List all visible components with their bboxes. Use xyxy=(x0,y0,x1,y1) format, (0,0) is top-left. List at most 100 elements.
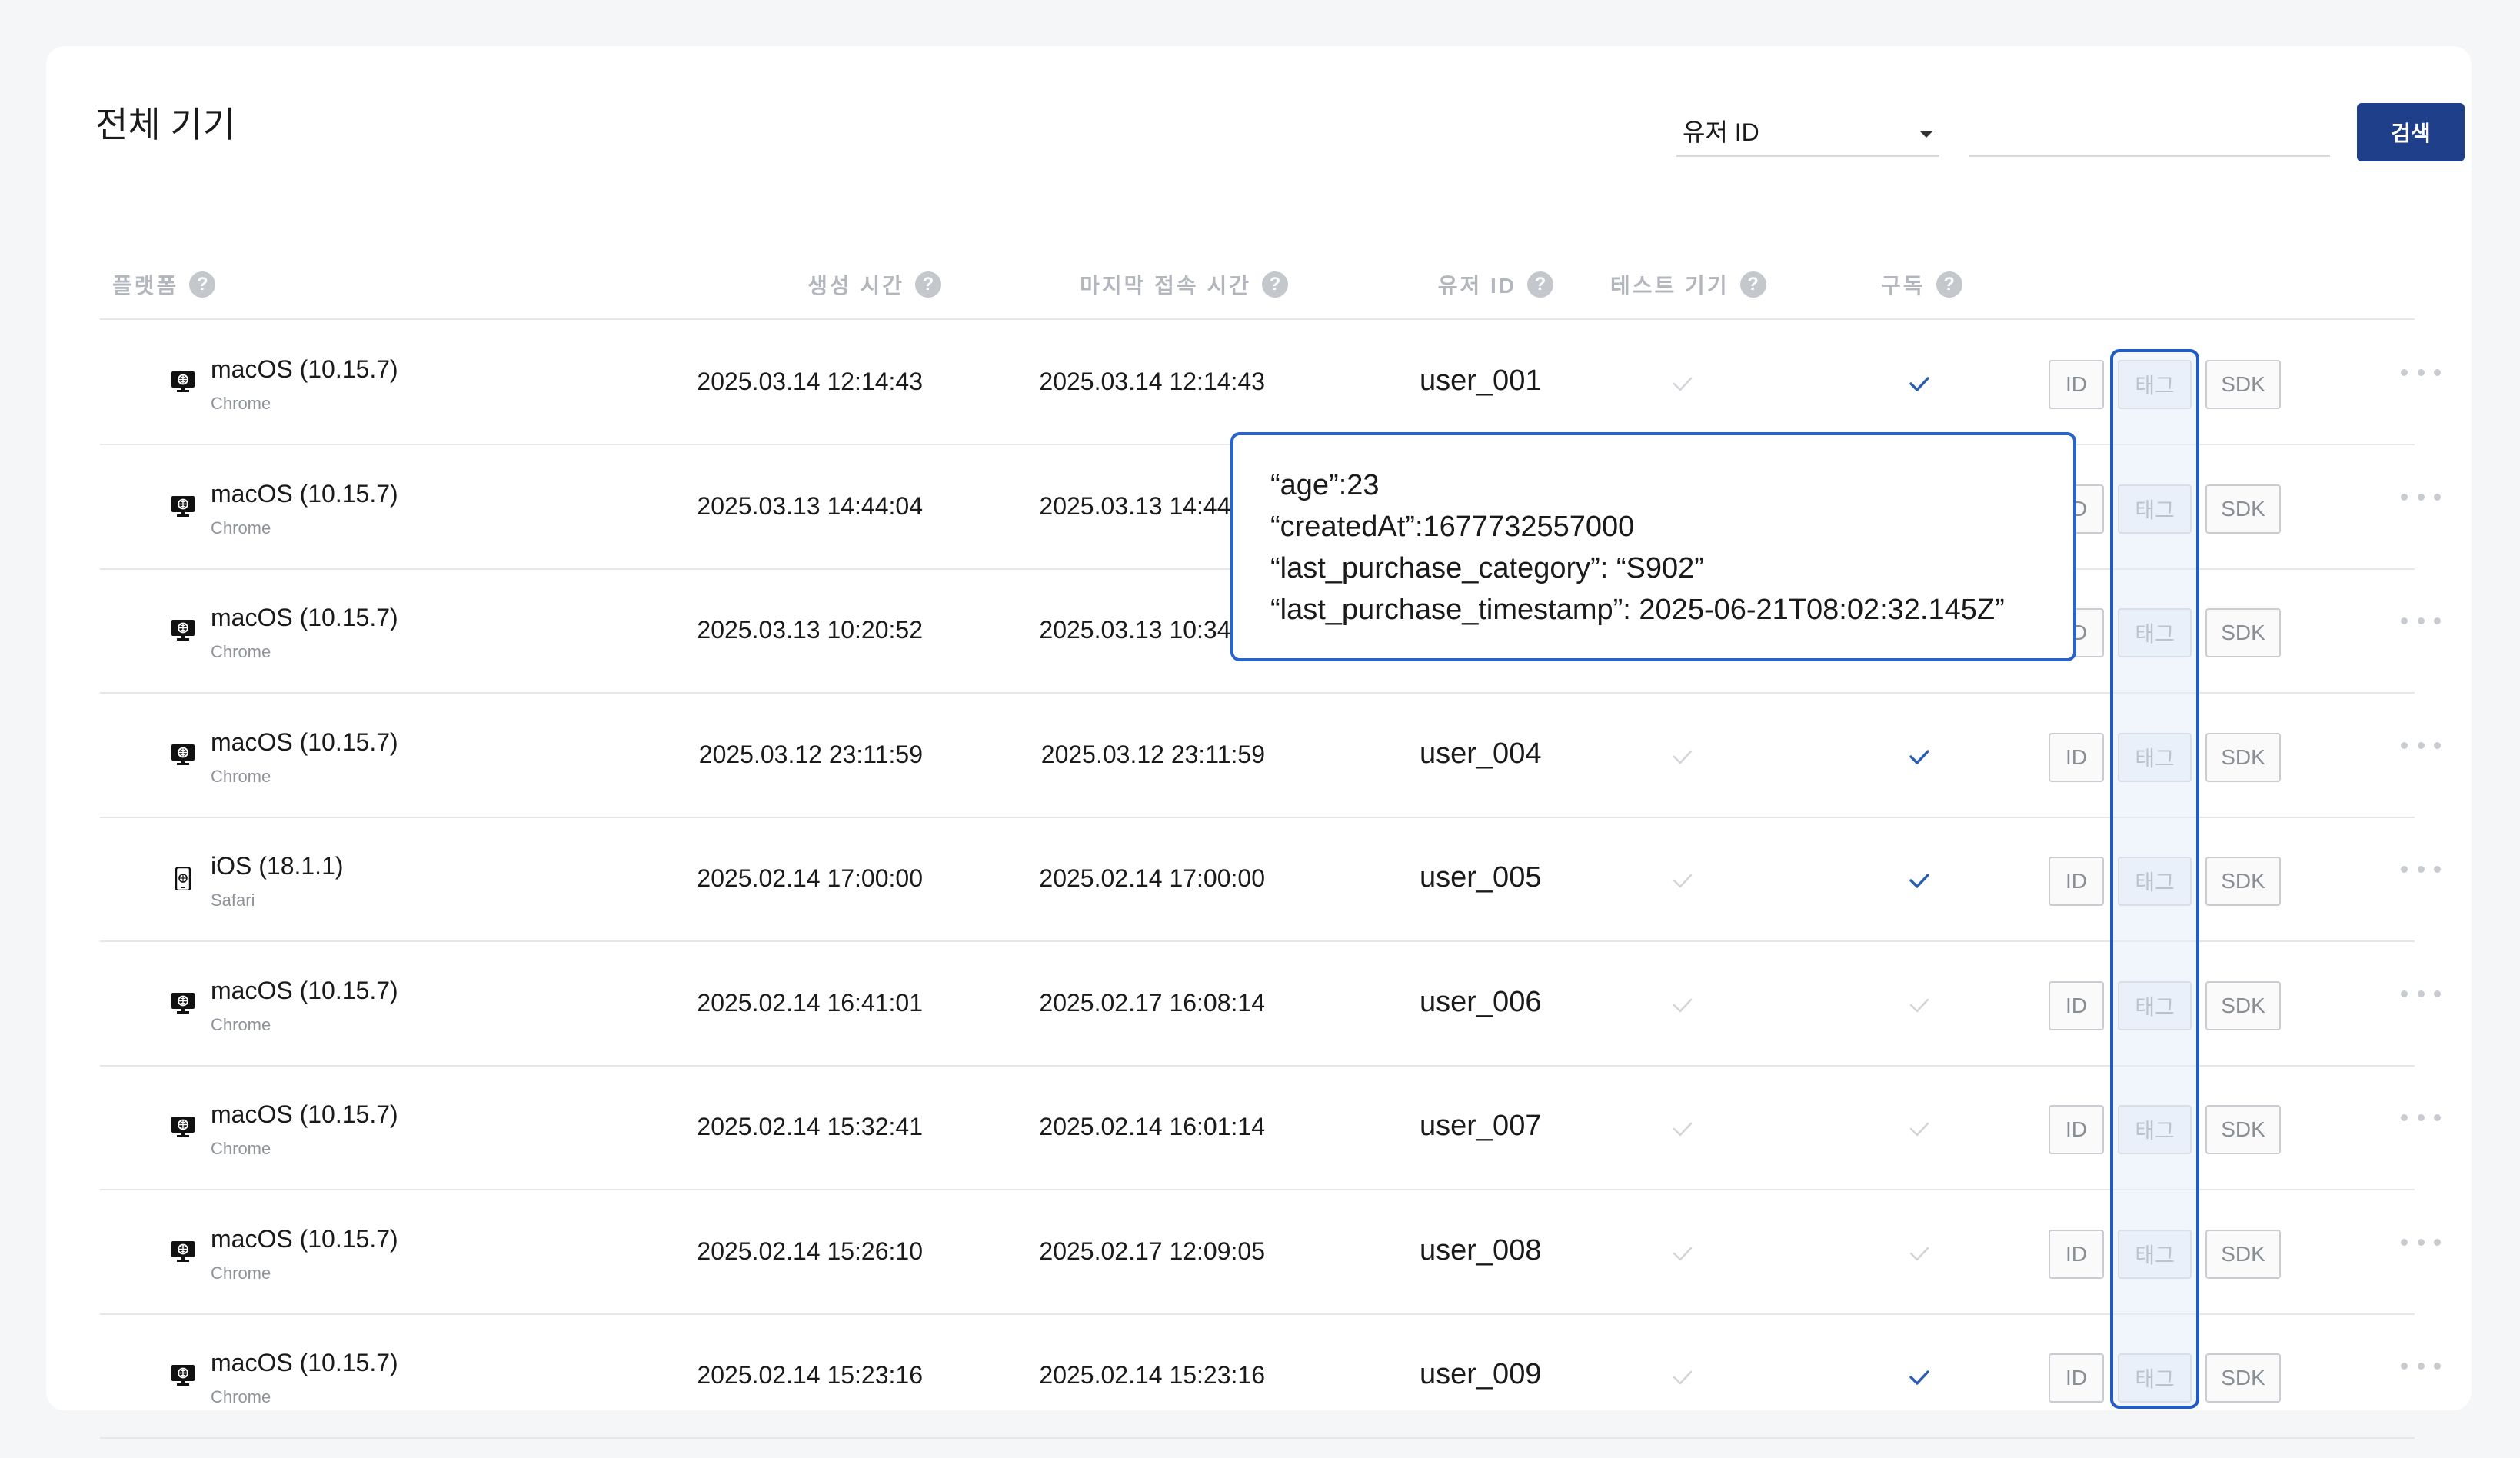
table-row: macOS (10.15.7) Chrome 2025.03.14 12:14:43… xyxy=(100,321,2441,445)
sdk-button[interactable]: SDK xyxy=(2205,608,2281,657)
more-options-icon[interactable] xyxy=(2401,369,2441,384)
browser-name: Chrome xyxy=(211,1263,271,1283)
platform-name: macOS (10.15.7) xyxy=(211,355,398,383)
user-id: user_001 xyxy=(1420,364,1542,397)
tag-button[interactable]: 태그 xyxy=(2118,857,2192,906)
col-subscription: 구독 ? xyxy=(1881,269,1962,300)
test-device-check-icon[interactable] xyxy=(1670,869,1695,892)
help-icon[interactable]: ? xyxy=(1527,271,1553,298)
subscription-check-icon xyxy=(1907,1117,1932,1140)
id-button[interactable]: ID xyxy=(2049,1353,2104,1403)
help-icon[interactable]: ? xyxy=(915,271,941,298)
search-button[interactable]: 검색 xyxy=(2357,103,2465,161)
created-time: 2025.03.13 10:20:52 xyxy=(697,616,923,644)
id-button[interactable]: ID xyxy=(2049,732,2104,782)
sdk-button[interactable]: SDK xyxy=(2205,1229,2281,1279)
user-id: user_007 xyxy=(1420,1110,1542,1142)
tag-button[interactable]: 태그 xyxy=(2118,1229,2192,1279)
tag-button[interactable]: 태그 xyxy=(2118,1105,2192,1154)
platform-name: macOS (10.15.7) xyxy=(211,479,398,508)
id-button[interactable]: ID xyxy=(2049,857,2104,906)
sdk-button[interactable]: SDK xyxy=(2205,980,2281,1030)
sdk-button[interactable]: SDK xyxy=(2205,1105,2281,1154)
help-icon[interactable]: ? xyxy=(189,271,216,298)
tag-tooltip: “age”:23 “createdAt”:1677732557000 “last… xyxy=(1230,432,2076,661)
browser-name: Chrome xyxy=(211,394,271,413)
search-input[interactable] xyxy=(1969,106,2330,157)
browser-name: Chrome xyxy=(211,1139,271,1158)
browser-name: Chrome xyxy=(211,1387,271,1406)
created-time: 2025.02.14 15:26:10 xyxy=(697,1237,923,1265)
more-options-icon[interactable] xyxy=(2401,866,2441,881)
subscription-check-icon xyxy=(1907,1366,1932,1389)
devices-card: 전체 기기 유저 ID 검색 플랫폼 ? 생성 시간 ? 마지막 접속 시간 ?… xyxy=(46,46,2472,1439)
created-time: 2025.02.14 16:41:01 xyxy=(697,988,923,1017)
platform-name: macOS (10.15.7) xyxy=(211,727,398,756)
browser-name: Chrome xyxy=(211,642,271,661)
desktop-icon xyxy=(171,1240,195,1263)
tooltip-line: “age”:23 xyxy=(1270,469,1380,501)
col-last-access: 마지막 접속 시간 ? xyxy=(946,269,1288,300)
help-icon[interactable]: ? xyxy=(1262,271,1288,298)
tag-button[interactable]: 태그 xyxy=(2118,980,2192,1030)
more-options-icon[interactable] xyxy=(2401,617,2441,633)
col-test-device: 테스트 기기 ? xyxy=(1610,269,1766,300)
subscription-check-icon xyxy=(1907,994,1932,1017)
created-time: 2025.03.13 14:44:04 xyxy=(697,491,923,520)
help-icon[interactable]: ? xyxy=(1739,271,1766,298)
last-access-time: 2025.03.13 10:34:06 xyxy=(1039,616,1265,644)
desktop-icon xyxy=(171,495,195,518)
platform-name: macOS (10.15.7) xyxy=(211,604,398,631)
id-button[interactable]: ID xyxy=(2049,1105,2104,1154)
col-platform: 플랫폼 ? xyxy=(112,269,216,300)
test-device-check-icon[interactable] xyxy=(1670,994,1695,1017)
test-device-check-icon[interactable] xyxy=(1670,1242,1695,1265)
more-options-icon[interactable] xyxy=(2401,1238,2441,1254)
id-button[interactable]: ID xyxy=(2049,980,2104,1030)
last-access-time: 2025.02.14 17:00:00 xyxy=(1039,864,1265,892)
tag-button[interactable]: 태그 xyxy=(2118,484,2192,534)
more-options-icon[interactable] xyxy=(2401,990,2441,1006)
filter-field-select[interactable]: 유저 ID xyxy=(1676,106,1939,157)
tag-button[interactable]: 태그 xyxy=(2118,1353,2192,1403)
help-icon[interactable]: ? xyxy=(1936,271,1962,298)
tag-button[interactable]: 태그 xyxy=(2118,732,2192,782)
filter-field-label: 유저 ID xyxy=(1683,118,1759,146)
user-id: user_008 xyxy=(1420,1233,1542,1267)
col-user-id: 유저 ID ? xyxy=(1361,269,1553,300)
more-options-icon[interactable] xyxy=(2401,493,2441,509)
test-device-check-icon[interactable] xyxy=(1670,1366,1695,1389)
test-device-check-icon[interactable] xyxy=(1670,372,1695,395)
platform-name: macOS (10.15.7) xyxy=(211,1100,398,1128)
table-row: macOS (10.15.7) Chrome 2025.03.12 23:11:59… xyxy=(100,694,2441,818)
id-button[interactable]: ID xyxy=(2049,360,2104,409)
more-options-icon[interactable] xyxy=(2401,1363,2441,1378)
more-options-icon[interactable] xyxy=(2401,741,2441,757)
created-time: 2025.02.14 15:32:41 xyxy=(697,1113,923,1140)
browser-name: Safari xyxy=(211,890,255,910)
id-button[interactable]: ID xyxy=(2049,1229,2104,1279)
sdk-button[interactable]: SDK xyxy=(2205,484,2281,534)
desktop-icon xyxy=(171,619,195,642)
subscription-check-icon xyxy=(1907,1242,1932,1265)
platform-name: macOS (10.15.7) xyxy=(211,976,398,1004)
created-time: 2025.02.14 17:00:00 xyxy=(697,864,923,892)
sdk-button[interactable]: SDK xyxy=(2205,360,2281,409)
tag-button[interactable]: 태그 xyxy=(2118,608,2192,657)
browser-name: Chrome xyxy=(211,1014,271,1034)
test-device-check-icon[interactable] xyxy=(1670,745,1695,768)
desktop-icon xyxy=(171,744,195,767)
tooltip-line: “last_purchase_timestamp”: 2025-06-21T08… xyxy=(1270,594,2005,626)
sdk-button[interactable]: SDK xyxy=(2205,1353,2281,1403)
created-time: 2025.03.14 12:14:43 xyxy=(697,368,923,395)
subscription-check-icon xyxy=(1907,372,1932,395)
test-device-check-icon[interactable] xyxy=(1670,1117,1695,1140)
last-access-time: 2025.03.12 23:11:59 xyxy=(1040,740,1265,768)
sdk-button[interactable]: SDK xyxy=(2205,732,2281,782)
tag-button[interactable]: 태그 xyxy=(2118,360,2192,409)
more-options-icon[interactable] xyxy=(2401,1114,2441,1130)
created-time: 2025.02.14 15:23:16 xyxy=(697,1361,923,1389)
mobile-icon xyxy=(171,866,195,892)
browser-name: Chrome xyxy=(211,766,271,786)
sdk-button[interactable]: SDK xyxy=(2205,857,2281,906)
